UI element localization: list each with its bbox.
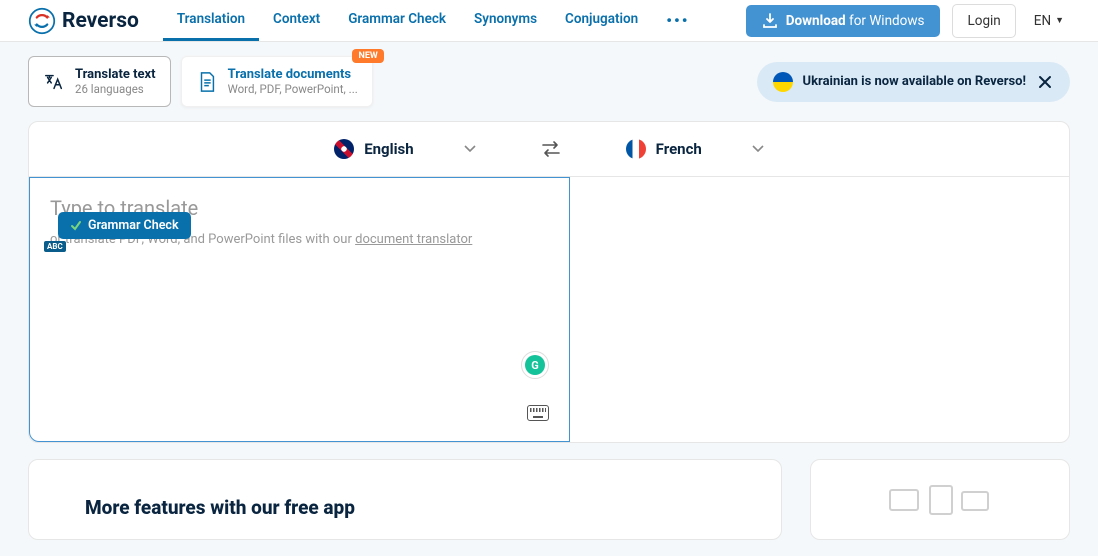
- close-icon[interactable]: [1036, 73, 1054, 91]
- features-title: More features with our free app: [85, 496, 725, 519]
- login-button[interactable]: Login: [952, 4, 1015, 38]
- france-flag-icon: [626, 139, 646, 159]
- tab-docs-sub: Word, PDF, PowerPoint, ...: [228, 82, 358, 96]
- nav-more[interactable]: •••: [652, 0, 703, 41]
- tab-text-title: Translate text: [75, 67, 156, 82]
- features-card: More features with our free app: [28, 459, 782, 540]
- document-translator-link[interactable]: document translator: [355, 232, 472, 247]
- grammarly-icon[interactable]: G: [521, 351, 549, 379]
- chevron-down-icon: [464, 145, 476, 153]
- target-language-selector[interactable]: French: [576, 139, 814, 159]
- ukraine-flag-icon: [773, 72, 793, 92]
- nav-grammar[interactable]: Grammar Check: [334, 0, 460, 41]
- uk-flag-icon: [334, 139, 354, 159]
- logo-text: Reverso: [62, 9, 139, 33]
- tab-docs-title: Translate documents: [228, 67, 358, 82]
- abc-badge: ABC: [44, 241, 66, 252]
- ui-language-selector[interactable]: EN ▼: [1028, 9, 1070, 33]
- nav-synonyms[interactable]: Synonyms: [460, 0, 551, 41]
- swap-languages-button[interactable]: [526, 140, 576, 158]
- nav-conjugation[interactable]: Conjugation: [551, 0, 652, 41]
- translation-panel: English French Type to translate or tran…: [28, 121, 1070, 443]
- download-button[interactable]: Download for Windows: [746, 5, 941, 37]
- nav-context[interactable]: Context: [259, 0, 334, 41]
- grammar-check-button[interactable]: Grammar Check: [58, 212, 191, 239]
- new-badge: NEW: [352, 49, 383, 63]
- chevron-down-icon: ▼: [1055, 15, 1064, 26]
- target-text-output: [570, 177, 1069, 442]
- nav-translation[interactable]: Translation: [163, 0, 259, 41]
- tab-translate-text[interactable]: Translate text 26 languages: [28, 56, 171, 107]
- tab-text-sub: 26 languages: [75, 82, 156, 96]
- announcement-banner[interactable]: Ukrainian is now available on Reverso!: [757, 62, 1071, 102]
- virtual-keyboard-button[interactable]: [527, 405, 549, 421]
- download-icon: [762, 13, 778, 29]
- translate-text-icon: [43, 71, 65, 93]
- logo[interactable]: Reverso: [28, 7, 139, 35]
- features-illustration: [810, 459, 1070, 540]
- chevron-down-icon: [752, 145, 764, 153]
- main-nav: Translation Context Grammar Check Synony…: [163, 0, 704, 41]
- document-icon: [196, 71, 218, 93]
- check-icon: [70, 220, 82, 232]
- logo-icon: [28, 7, 56, 35]
- source-text-input[interactable]: Type to translate or translate PDF, Word…: [29, 177, 570, 442]
- source-language-selector[interactable]: English: [284, 139, 525, 159]
- tab-translate-documents[interactable]: Translate documents Word, PDF, PowerPoin…: [181, 56, 373, 107]
